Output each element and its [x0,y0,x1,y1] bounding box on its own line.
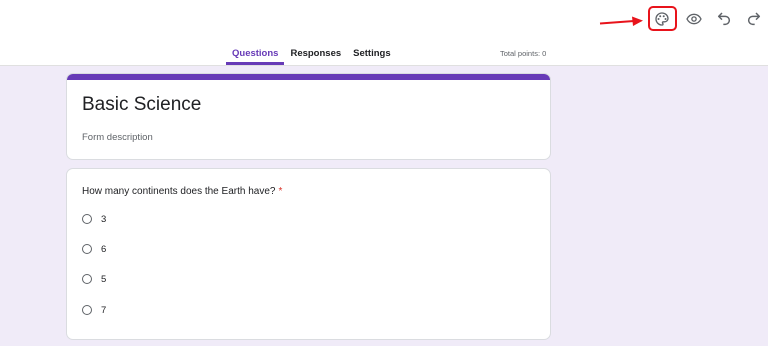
radio-button[interactable] [82,244,92,254]
customize-theme-button[interactable] [649,6,675,32]
tab-settings[interactable]: Settings [347,46,396,65]
option-item[interactable]: 6 [82,242,106,256]
radio-button[interactable] [82,305,92,315]
question-card[interactable]: How many continents does the Earth have?… [66,168,551,340]
radio-button[interactable] [82,274,92,284]
preview-button[interactable] [681,6,707,32]
red-arrow-annotation [599,16,643,26]
redo-icon [747,12,761,26]
option-label: 3 [101,213,107,225]
option-label: 5 [101,273,107,285]
option-label: 7 [101,304,107,316]
option-item[interactable]: 3 [82,212,106,226]
palette-icon [655,12,669,26]
form-title[interactable]: Basic Science [82,94,201,116]
tab-questions[interactable]: Questions [226,46,285,65]
undo-button[interactable] [711,6,737,32]
title-card-accent-bar [67,74,550,80]
option-item[interactable]: 5 [82,272,106,286]
form-title-card: Basic Science Form description [66,73,551,160]
tab-responses[interactable]: Responses [284,46,347,65]
option-label: 6 [101,243,107,255]
eye-icon [686,13,702,25]
required-asterisk: * [278,186,283,197]
question-text: How many continents does the Earth have?… [82,186,282,197]
question-label: How many continents does the Earth have? [82,186,276,197]
tab-bar: Questions Responses Settings [226,46,397,66]
redo-button[interactable] [741,6,767,32]
option-item[interactable]: 7 [82,303,106,317]
top-bar: Questions Responses Settings Total point… [0,0,768,66]
undo-icon [717,12,731,26]
form-description-field[interactable]: Form description [82,132,153,143]
radio-button[interactable] [82,214,92,224]
total-points: Total points: 0 [500,49,547,58]
